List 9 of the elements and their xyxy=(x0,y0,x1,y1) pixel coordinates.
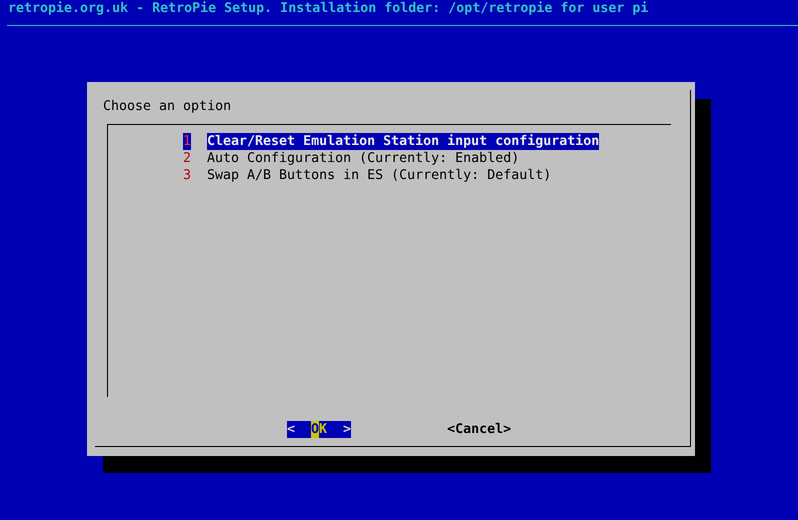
menu-item-number[interactable]: 2 xyxy=(183,150,191,167)
menu-item[interactable]: Clear/Reset Emulation Station input configuration xyxy=(207,133,600,150)
menu-item[interactable]: Swap A/B Buttons in ES (Currently: Default) xyxy=(207,167,552,184)
dialog-button[interactable]: <Cancel> xyxy=(447,421,512,438)
menu-item-number[interactable]: 3 xyxy=(183,167,191,184)
backtitle: retropie.org.uk - RetroPie Setup. Installation folder: /opt/retropie for user pi xyxy=(7,1,798,26)
dialog-prompt: Choose an option xyxy=(103,99,232,115)
dialog-button[interactable]: < OK > xyxy=(287,421,352,438)
menu-item[interactable]: Auto Configuration (Currently: Enabled) xyxy=(207,150,520,167)
